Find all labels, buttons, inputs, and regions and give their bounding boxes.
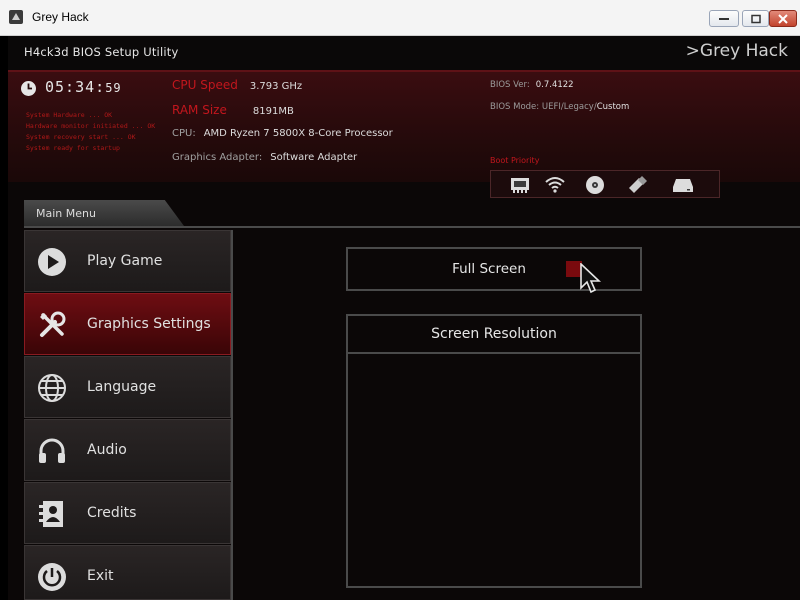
menu-item-audio[interactable]: Audio [24, 419, 231, 481]
window-titlebar: Grey Hack [0, 0, 800, 36]
brand-logo: >Grey Hack [685, 41, 788, 61]
menu-item-exit[interactable]: Exit [24, 545, 231, 600]
system-status-lines: System Hardware ... OK Hardware monitor … [26, 110, 155, 154]
fullscreen-toggle[interactable]: Full Screen [346, 247, 642, 294]
resolution-header: Screen Resolution [346, 314, 642, 354]
ram-size: RAM Size 8191MB [172, 103, 294, 117]
wifi-icon[interactable] [544, 175, 566, 195]
bios-title: H4ck3d BIOS Setup Utility [24, 45, 179, 59]
status-line: System recovery start ... OK [26, 133, 136, 141]
status-line: Hardware monitor initiated ... OK [26, 122, 156, 130]
cpu-model: CPU: AMD Ryzen 7 5800X 8-Core Processor [172, 128, 393, 139]
play-icon [37, 247, 67, 277]
status-line: System Hardware ... OK [26, 111, 113, 119]
menu-item-credits[interactable]: Credits [24, 482, 231, 544]
menu-item-label: Exit [87, 568, 114, 584]
main-menu-title: Main Menu [36, 207, 96, 220]
resolution-title: Screen Resolution [431, 326, 557, 342]
usb-drive-icon[interactable] [626, 175, 648, 195]
maximize-icon [750, 14, 761, 23]
clock-icon [20, 80, 37, 97]
bios-header: H4ck3d BIOS Setup Utility >Grey Hack [8, 36, 800, 70]
main-menu-sidebar: Play Game Graphics Settings Language Aud… [24, 230, 231, 600]
optical-disc-icon[interactable] [584, 175, 606, 195]
bios-version: BIOS Ver: 0.7.4122 [490, 80, 574, 90]
close-icon [778, 13, 788, 24]
menu-item-graphics-settings[interactable]: Graphics Settings [24, 293, 231, 355]
headphones-icon [37, 436, 67, 466]
maximize-button[interactable] [742, 10, 769, 27]
power-icon [37, 562, 67, 592]
graphics-settings-panel: Full Screen Screen Resolution [233, 230, 800, 600]
resolution-list[interactable] [346, 352, 642, 588]
menu-item-label: Language [87, 379, 157, 395]
app-icon [8, 9, 24, 25]
menu-item-play-game[interactable]: Play Game [24, 230, 231, 292]
boot-priority-label: Boot Priority [490, 156, 540, 165]
bios-mode: BIOS Mode: UEFI/Legacy/Custom [490, 102, 630, 112]
cpu-speed: CPU Speed 3.793 GHz [172, 78, 303, 92]
status-line: System ready for startup [26, 144, 120, 152]
menu-item-label: Graphics Settings [87, 316, 211, 332]
boot-device-bar [490, 170, 720, 198]
hard-drive-icon[interactable] [672, 175, 694, 195]
menu-item-label: Play Game [87, 253, 163, 269]
main-menu-tab: Main Menu [24, 200, 184, 226]
network-card-icon[interactable] [509, 175, 531, 195]
menu-item-label: Credits [87, 505, 137, 521]
minimize-icon [719, 17, 729, 20]
clock: 05:34:59 [45, 78, 122, 96]
close-button[interactable] [769, 10, 797, 27]
menu-item-label: Audio [87, 442, 127, 458]
globe-icon [37, 373, 67, 403]
system-info-panel: 05:34:59 System Hardware ... OK Hardware… [8, 70, 800, 198]
bios-app: H4ck3d BIOS Setup Utility >Grey Hack 05:… [8, 36, 800, 600]
graphics-adapter: Graphics Adapter: Software Adapter [172, 152, 358, 163]
minimize-button[interactable] [709, 10, 739, 27]
menu-item-language[interactable]: Language [24, 356, 231, 418]
menu-divider [24, 226, 800, 228]
window-title: Grey Hack [32, 10, 89, 24]
mouse-cursor-icon [580, 262, 604, 297]
tools-icon [37, 310, 67, 340]
contacts-icon [37, 499, 67, 529]
